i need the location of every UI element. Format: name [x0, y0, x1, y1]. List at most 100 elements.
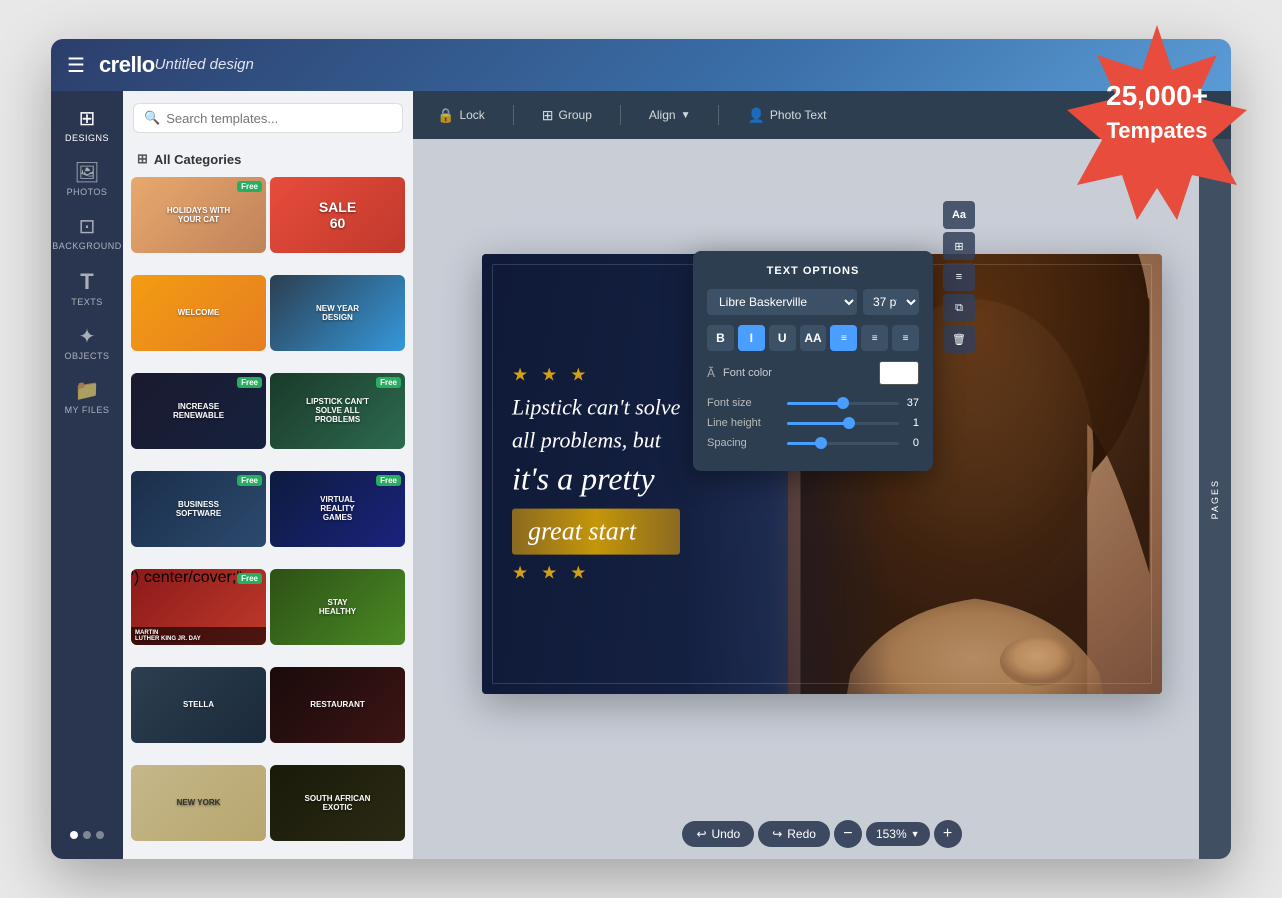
template-card[interactable]: Lipstick can'tsolve allproblems Free — [270, 373, 405, 449]
group-button[interactable]: ⊞ Group — [534, 103, 600, 128]
undo-label: Undo — [712, 827, 741, 841]
sidebar-item-texts[interactable]: T TEXTS — [51, 261, 123, 317]
zoom-out-button[interactable]: − — [834, 820, 862, 848]
template-card[interactable]: INCREASERENEWABLE Free — [131, 373, 266, 449]
grid-button[interactable]: ⊞ — [943, 232, 975, 260]
design-stars-top: ★ ★ ★ — [512, 365, 680, 386]
spacing-slider[interactable] — [787, 442, 899, 445]
dot-indicator-2[interactable] — [83, 831, 91, 839]
lock-button[interactable]: 🔒 Lock — [429, 103, 493, 128]
photo-text-label: Photo Text — [770, 108, 826, 122]
design-stars-bottom: ★ ★ ★ — [512, 562, 680, 583]
template-card[interactable]: New YearDesign — [270, 275, 405, 351]
font-color-label: Font color — [723, 367, 871, 379]
redo-button[interactable]: ↪ Redo — [758, 821, 830, 847]
font-row: Libre Baskerville 37 pt — [707, 289, 919, 315]
free-badge: Free — [376, 377, 401, 388]
design-text-area: ★ ★ ★ Lipstick can't solve all problems,… — [512, 365, 680, 584]
line-height-slider[interactable] — [787, 422, 899, 425]
color-swatch[interactable] — [879, 361, 919, 385]
font-family-select[interactable]: Libre Baskerville — [707, 289, 857, 315]
sidebar-item-background[interactable]: ⊡ BACKGROUND — [51, 207, 123, 261]
font-size-select[interactable]: 37 pt — [863, 289, 919, 315]
hamburger-icon[interactable]: ☰ — [67, 53, 85, 78]
photo-text-button[interactable]: 👤 Photo Text — [739, 103, 834, 128]
template-card[interactable]: Holidays withYour Cat Free — [131, 177, 266, 253]
spacing-slider-row: Spacing 0 — [707, 437, 919, 449]
dot-indicator-1[interactable] — [70, 831, 78, 839]
template-card[interactable]: ') center/cover;"> MARTINLUTHER KING JR.… — [131, 569, 266, 645]
align-chevron: ▼ — [681, 110, 691, 121]
free-badge: Free — [237, 573, 262, 584]
template-grid: Holidays withYour Cat Free SALE60 Welcom… — [123, 177, 413, 859]
photos-icon: 🖼 — [74, 163, 99, 183]
align-button[interactable]: Align ▼ — [641, 104, 699, 126]
starburst-badge: 25,000+ Tempates — [1052, 20, 1262, 230]
line-height-slider-row: Line height 1 — [707, 417, 919, 429]
category-label: All Categories — [154, 152, 241, 167]
redo-icon: ↪ — [772, 827, 782, 841]
format-row: B I U AA ≡ ≡ ≡ — [707, 325, 919, 351]
font-size-slider-label: Font size — [707, 397, 787, 409]
line-height-slider-label: Line height — [707, 417, 787, 429]
zoom-display[interactable]: 153% ▼ — [866, 822, 930, 846]
align-left-button[interactable]: ≡ — [830, 325, 857, 351]
starburst-svg: 25,000+ Tempates — [1052, 20, 1262, 230]
underline-button[interactable]: U — [769, 325, 796, 351]
font-size-slider-row: Font size 37 — [707, 397, 919, 409]
align-right-button[interactable]: ≡ — [892, 325, 919, 351]
align-center-button[interactable]: ≡ — [861, 325, 888, 351]
italic-button[interactable]: I — [738, 325, 765, 351]
sidebar-item-designs[interactable]: ⊞ DESIGNS — [51, 99, 123, 153]
zoom-value: 153% — [876, 827, 907, 841]
design-highlight[interactable]: great start — [512, 508, 680, 554]
starburst-text-2: Tempates — [1106, 118, 1207, 143]
zoom-in-icon: + — [943, 825, 952, 843]
category-icon: ⊞ — [137, 151, 148, 167]
spacing-slider-label: Spacing — [707, 437, 787, 449]
text-options-title: TEXT OPTIONS — [707, 265, 919, 277]
design-text-line3[interactable]: it's a pretty — [512, 459, 680, 501]
font-size-slider[interactable] — [787, 402, 899, 405]
template-card[interactable]: STAYHEALTHY — [270, 569, 405, 645]
template-card[interactable]: SALE60 — [270, 177, 405, 253]
category-header: ⊞ All Categories — [123, 145, 413, 177]
template-card[interactable]: South AfricanExotic — [270, 765, 405, 841]
template-card[interactable]: Welcome — [131, 275, 266, 351]
sidebar-item-photos[interactable]: 🖼 PHOTOS — [51, 153, 123, 207]
starburst-text-1: 25,000+ — [1106, 80, 1208, 111]
copy-button[interactable]: ⧉ — [943, 294, 975, 322]
bottom-toolbar: ↩ Undo ↪ Redo − 153% ▼ + — [413, 809, 1231, 859]
sidebar-item-myfiles[interactable]: 📁 MY FILES — [51, 371, 123, 425]
search-input-wrap: 🔍 — [133, 103, 403, 133]
background-icon: ⊡ — [79, 217, 96, 237]
undo-icon: ↩ — [696, 827, 706, 841]
aa-button[interactable]: Aa — [943, 201, 975, 229]
search-input[interactable] — [166, 111, 392, 126]
template-card[interactable]: New York — [131, 765, 266, 841]
design-text-line2[interactable]: all problems, but — [512, 426, 680, 455]
dot-indicator-3[interactable] — [96, 831, 104, 839]
toolbar-divider-3 — [718, 105, 719, 125]
sidebar-label-objects: OBJECTS — [64, 351, 109, 361]
template-card[interactable]: RESTAURANT — [270, 667, 405, 743]
caps-button[interactable]: AA — [800, 325, 827, 351]
layers-button[interactable]: ≡ — [943, 263, 975, 291]
zoom-in-button[interactable]: + — [934, 820, 962, 848]
pages-sidebar[interactable]: PAGES — [1199, 139, 1231, 809]
document-title[interactable]: Untitled design — [155, 56, 254, 73]
spacing-value: 0 — [899, 437, 919, 449]
design-text-line1[interactable]: Lipstick can't solve — [512, 394, 680, 423]
sidebar-item-objects[interactable]: ✦ OBJECTS — [51, 317, 123, 371]
delete-button[interactable]: 🗑 — [943, 325, 975, 353]
objects-icon: ✦ — [79, 327, 96, 347]
line-height-value: 1 — [899, 417, 919, 429]
char-label: Ã — [707, 366, 715, 380]
zoom-chevron: ▼ — [911, 829, 920, 839]
template-card[interactable]: STELLA — [131, 667, 266, 743]
template-card[interactable]: BUSINESSSOFTWARE Free — [131, 471, 266, 547]
undo-button[interactable]: ↩ Undo — [682, 821, 754, 847]
text-options-popup: TEXT OPTIONS Libre Baskerville 37 pt B I… — [693, 251, 933, 471]
template-card[interactable]: VIRTUALREALITYGAMES Free — [270, 471, 405, 547]
bold-button[interactable]: B — [707, 325, 734, 351]
